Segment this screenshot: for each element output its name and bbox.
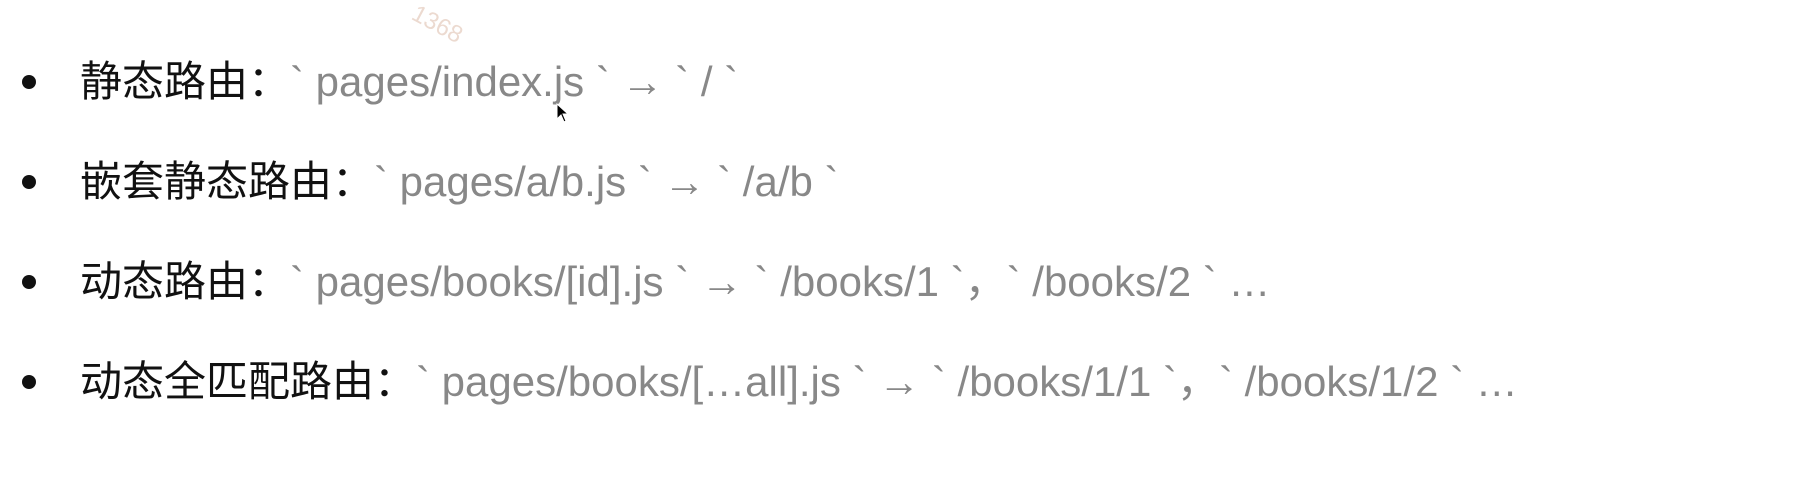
item-text: 动态全匹配路由：` pages/books/[…all].js ` → ` /b… (80, 352, 1518, 412)
bullet-icon (22, 275, 36, 289)
item-code: ` pages/a/b.js ` → ` /a/b ` (374, 158, 839, 205)
item-text: 动态路由：` pages/books/[id].js ` → ` /books/… (80, 252, 1270, 312)
watermark: 1368 (407, 0, 468, 49)
item-label: 嵌套静态路由： (80, 158, 375, 205)
item-label: 静态路由： (80, 58, 291, 105)
item-text: 静态路由：` pages/index.js ` → ` / ` (80, 52, 738, 112)
bullet-icon (22, 175, 36, 189)
item-label: 动态路由： (80, 258, 291, 305)
bullet-icon (22, 375, 36, 389)
bullet-icon (22, 75, 36, 89)
slide: 1368 静态路由：` pages/index.js ` → ` / ` 嵌套静… (0, 0, 1810, 478)
item-text: 嵌套静态路由：` pages/a/b.js ` → ` /a/b ` (80, 152, 839, 212)
item-code: ` pages/index.js ` → ` / ` (290, 58, 739, 105)
mouse-cursor-icon (556, 103, 570, 123)
item-code: ` pages/books/[…all].js ` → ` /books/1/1… (416, 358, 1518, 405)
item-code: ` pages/books/[id].js ` → ` /books/1 `，`… (290, 258, 1271, 305)
item-label: 动态全匹配路由： (80, 358, 417, 405)
